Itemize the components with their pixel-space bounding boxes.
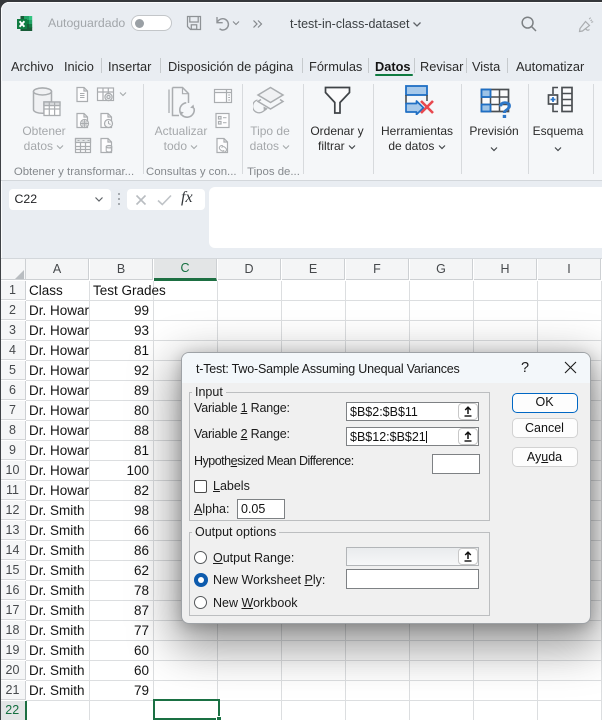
svg-text:?: ? <box>498 97 511 118</box>
